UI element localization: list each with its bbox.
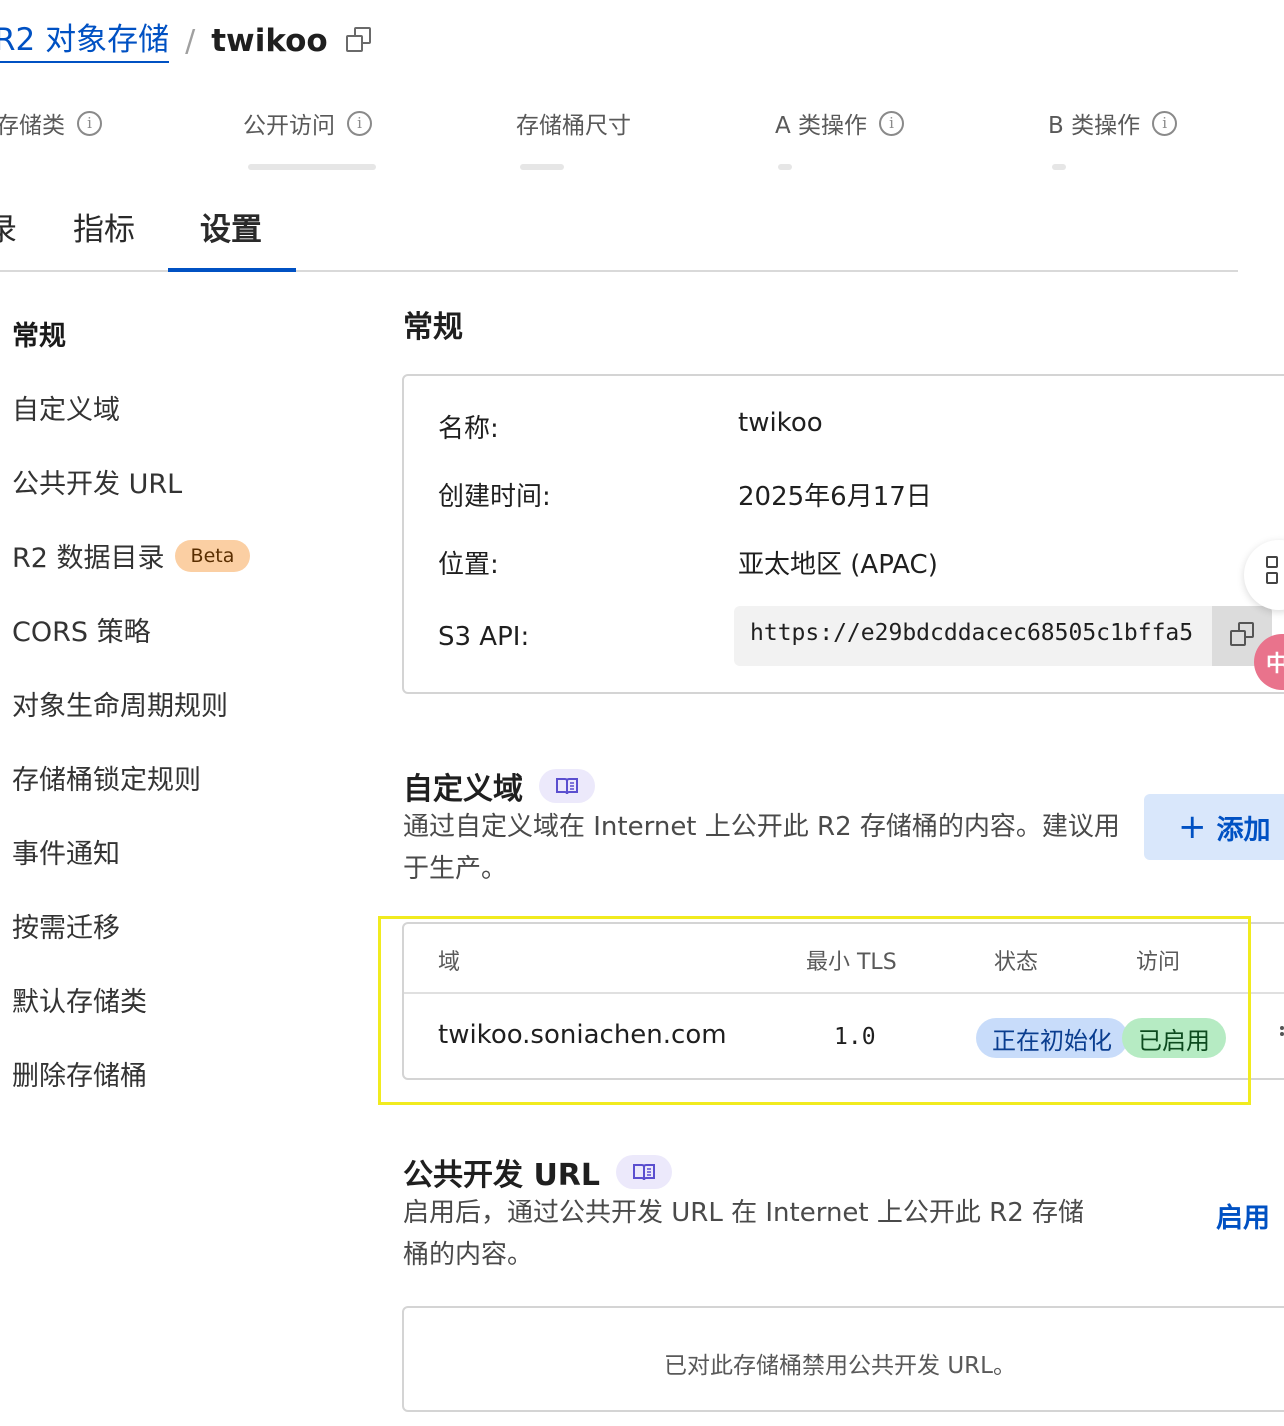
stat-class-a-ops: A 类操作 i — [775, 106, 905, 140]
sidebar-item-cors-policy[interactable]: CORS 策略 — [12, 610, 151, 649]
breadcrumb: R2 对象存储 / twikoo — [0, 18, 374, 64]
s3-api-field[interactable]: https://e29bdcddacec68505c1bffa5 — [734, 606, 1272, 666]
active-tab-indicator — [168, 268, 296, 272]
tab-objects[interactable]: 录 — [0, 204, 17, 249]
dev-url-status-card: 已对此存储桶禁用公共开发 URL。 — [402, 1306, 1284, 1412]
dev-url-disabled-message: 已对此存储桶禁用公共开发 URL。 — [664, 1353, 1016, 1379]
sidebar-item-on-demand-migration[interactable]: 按需迁移 — [12, 906, 120, 945]
breadcrumb-separator: / — [185, 23, 196, 59]
enable-dev-url-button[interactable]: 启用 — [1216, 1196, 1270, 1235]
name-label: 名称: — [438, 414, 499, 444]
dev-url-description: 启用后，通过公共开发 URL 在 Internet 上公开此 R2 存储桶的内容… — [403, 1198, 1085, 1270]
sidebar-item-lifecycle-rules[interactable]: 对象生命周期规则 — [12, 684, 228, 723]
row-actions-menu-icon[interactable] — [1280, 1026, 1284, 1036]
sidebar-item-general[interactable]: 常规 — [12, 314, 66, 353]
sidebar-item-public-dev-url[interactable]: 公共开发 URL — [12, 462, 182, 501]
stat-class-b-ops: B 类操作 i — [1048, 106, 1178, 140]
sidebar-item-custom-domain[interactable]: 自定义域 — [12, 388, 120, 427]
stat-bucket-size: 存储桶尺寸 — [516, 113, 631, 139]
custom-domain-description: 通过自定义域在 Internet 上公开此 R2 存储桶的内容。建议用于生产。 — [403, 812, 1120, 884]
general-info-card: 名称: twikoo 创建时间: 2025年6月17日 位置: 亚太地区 (AP… — [402, 374, 1284, 694]
bucket-stats-row: 存储类 i 公开访问 i 存储桶尺寸 A 类操作 i B 类操作 i — [0, 100, 1284, 170]
tab-settings[interactable]: 设置 — [200, 204, 262, 249]
created-label: 创建时间: — [438, 482, 551, 512]
sidebar-item-delete-bucket[interactable]: 删除存储桶 — [12, 1054, 147, 1093]
general-section-title: 常规 — [403, 310, 463, 345]
custom-domain-section-title: 自定义域 — [403, 764, 595, 808]
stat-value-clipped — [248, 164, 376, 170]
documentation-book-icon[interactable] — [616, 1155, 673, 1189]
sidebar-item-default-storage-class[interactable]: 默认存储类 — [12, 980, 147, 1019]
location-label: 位置: — [438, 550, 499, 580]
stat-public-access: 公开访问 i — [243, 106, 372, 140]
sidebar-item-event-notifications[interactable]: 事件通知 — [12, 832, 120, 871]
sidebar-item-bucket-lock-rules[interactable]: 存储桶锁定规则 — [12, 758, 201, 797]
plus-icon: + — [1178, 807, 1207, 847]
dev-url-section-title: 公共开发 URL — [403, 1150, 673, 1194]
created-value: 2025年6月17日 — [738, 482, 932, 512]
stat-storage-class: 存储类 i — [0, 106, 102, 140]
highlight-annotation — [378, 916, 1251, 1105]
name-value: twikoo — [738, 408, 823, 438]
breadcrumb-r2-link[interactable]: R2 对象存储 — [0, 20, 170, 63]
info-icon[interactable]: i — [347, 110, 372, 136]
info-icon[interactable]: i — [77, 110, 102, 136]
info-icon[interactable]: i — [1152, 110, 1178, 136]
bucket-tabs: 录 指标 设置 — [0, 178, 1238, 272]
tab-metrics[interactable]: 指标 — [73, 204, 135, 249]
location-value: 亚太地区 (APAC) — [738, 550, 938, 580]
s3-api-label: S3 API: — [438, 622, 530, 652]
add-custom-domain-button[interactable]: + 添加 — [1144, 794, 1284, 860]
s3-api-value: https://e29bdcddacec68505c1bffa5 — [750, 620, 1194, 646]
info-icon[interactable]: i — [879, 110, 905, 136]
stat-value-clipped — [778, 164, 792, 170]
bucket-name-title: twikoo — [211, 23, 328, 59]
beta-badge: Beta — [174, 539, 251, 572]
grid-icon — [1266, 556, 1282, 592]
stat-value-clipped — [1052, 164, 1066, 170]
documentation-book-icon[interactable] — [539, 769, 595, 803]
sidebar-item-data-catalog[interactable]: R2 数据目录 Beta — [12, 536, 251, 575]
copy-bucket-name-icon[interactable] — [345, 27, 374, 55]
stat-value-clipped — [520, 164, 564, 170]
